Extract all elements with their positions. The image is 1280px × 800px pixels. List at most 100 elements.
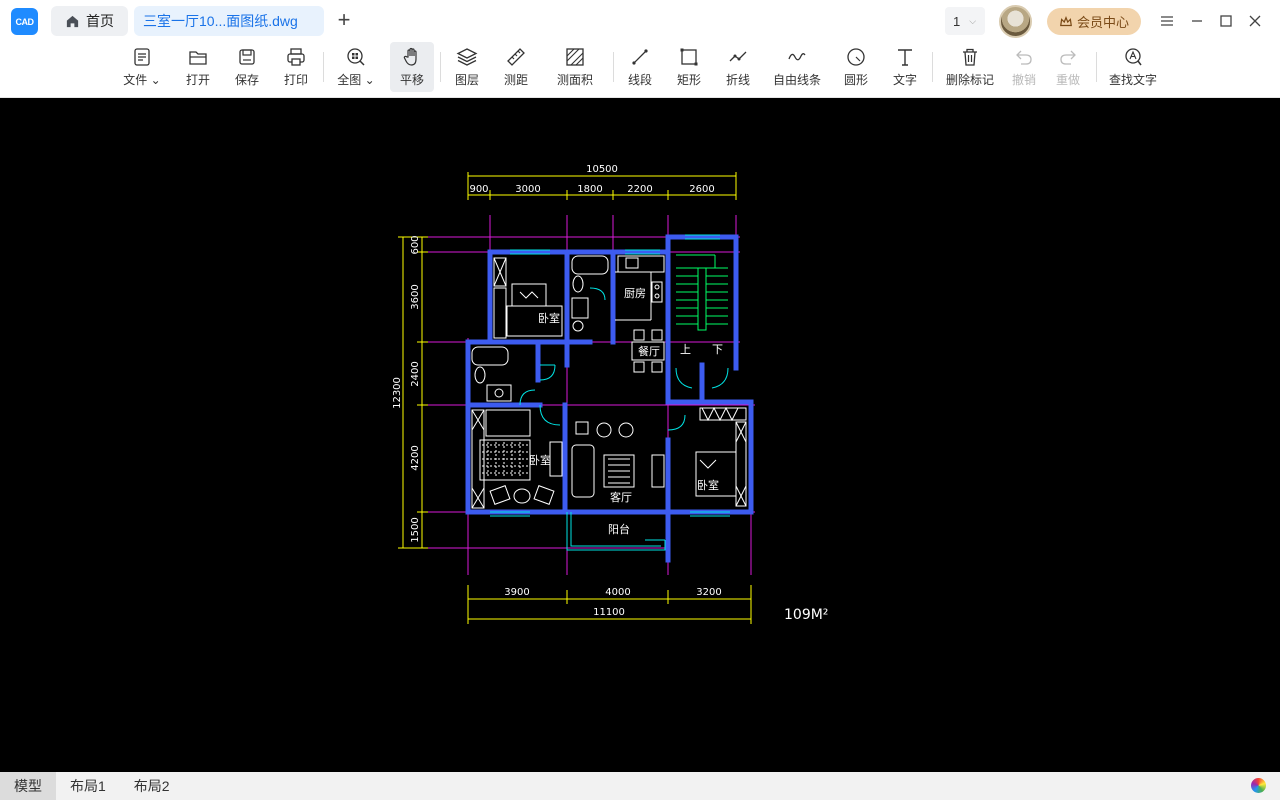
close-icon (1249, 15, 1261, 27)
vip-center-button[interactable]: 会员中心 (1047, 8, 1141, 35)
room-label: 卧室 (529, 453, 551, 467)
title-bar: CAD 首页 三室一厅10...面图纸.dwg + 1 ⌵ 会员中心 (0, 0, 1280, 42)
drawing-canvas[interactable]: 卧室 厨房 餐厅 上 下 卧室 客厅 卧室 阳台 10500 900 3000 … (0, 98, 1280, 772)
tool-redo-label: 重做 (1055, 73, 1080, 87)
tool-find-text-label: 查找文字 (1108, 73, 1157, 87)
redo-icon (1060, 50, 1076, 65)
tool-print-label: 打印 (283, 73, 308, 87)
tool-delete-markup-label: 删除标记 (945, 73, 994, 87)
tool-pan[interactable]: 平移 (390, 42, 434, 92)
dim-left-total: 12300 (392, 377, 403, 409)
room-label: 厨房 (624, 287, 646, 300)
tool-undo[interactable]: 撤销 (1006, 42, 1042, 92)
layout-tab-2[interactable]: 布局2 (120, 772, 184, 800)
new-tab-button[interactable]: + (333, 9, 355, 33)
minimize-button[interactable] (1187, 11, 1207, 31)
hamburger-icon (1161, 16, 1173, 26)
tool-file[interactable]: 文件 ⌄ (120, 42, 164, 92)
tab-home-label: 首页 (86, 13, 114, 29)
tool-measure-area[interactable]: 测面积 (553, 42, 597, 92)
tool-text[interactable]: 文字 (887, 42, 923, 92)
tool-file-label: 文件 (123, 73, 148, 87)
menu-button[interactable] (1157, 11, 1177, 31)
trash-icon (963, 48, 977, 66)
tool-line-label: 线段 (627, 73, 652, 87)
page-select-value: 1 (953, 13, 961, 29)
dim-top-segment: 1800 (577, 184, 602, 195)
tab-file-label: 三室一厅10...面图纸.dwg (143, 13, 298, 29)
chevron-down-icon: ⌵ (969, 15, 977, 26)
tool-measure-distance-label: 测距 (503, 73, 528, 87)
dim-bottom-segment: 3900 (504, 587, 529, 598)
tool-open-label: 打开 (185, 73, 210, 87)
layout-tab-model[interactable]: 模型 (0, 772, 56, 800)
toolbar-separator (323, 52, 324, 82)
area-measure-icon (566, 48, 584, 66)
maximize-button[interactable] (1216, 11, 1236, 31)
toolbar-separator (932, 52, 933, 82)
file-icon (134, 48, 150, 66)
print-icon (287, 48, 305, 66)
tool-rectangle-label: 矩形 (676, 73, 701, 87)
tool-delete-markup[interactable]: 删除标记 (944, 42, 996, 92)
room-label: 卧室 (538, 311, 560, 325)
toolbar-separator (613, 52, 614, 82)
tab-file[interactable]: 三室一厅10...面图纸.dwg (134, 6, 324, 36)
tab-home[interactable]: 首页 (51, 6, 128, 36)
tool-freehand[interactable]: 自由线条 (771, 42, 823, 92)
furniture (471, 255, 747, 509)
tool-save[interactable]: 保存 (229, 42, 265, 92)
dim-left-segment: 4200 (410, 445, 421, 470)
tool-find-text[interactable]: 查找文字 (1107, 42, 1159, 92)
dim-left-segment: 3600 (410, 284, 421, 309)
circle-icon (847, 48, 865, 66)
ruler-icon (507, 48, 525, 66)
tool-circle-label: 圆形 (843, 73, 868, 87)
hand-pan-icon (403, 47, 417, 66)
folder-open-icon (189, 51, 207, 65)
home-icon (66, 15, 79, 27)
floor-plan-drawing[interactable]: 卧室 厨房 餐厅 上 下 卧室 客厅 卧室 阳台 10500 900 3000 … (0, 98, 1280, 772)
layout-tab-1[interactable]: 布局1 (56, 772, 120, 800)
dim-left-segment: 1500 (410, 517, 421, 542)
staircase (676, 254, 728, 331)
tool-redo[interactable]: 重做 (1050, 42, 1086, 92)
tool-layers[interactable]: 图层 (449, 42, 485, 92)
dim-total-top: 10500 (586, 164, 618, 175)
toolbar: 文件 ⌄ 打开 保存 打印 全图 ⌄ 平移 图层 测距 测面积 线段 矩形 折线… (0, 42, 1280, 98)
text-icon (898, 49, 912, 66)
dim-left-segment: 2400 (410, 361, 421, 386)
color-wheel-icon[interactable] (1251, 778, 1266, 793)
app-logo[interactable]: CAD (11, 8, 38, 35)
tool-zoom-all[interactable]: 全图 ⌄ (335, 42, 377, 92)
tool-line[interactable]: 线段 (622, 42, 658, 92)
room-label: 餐厅 (638, 344, 660, 358)
tool-polyline[interactable]: 折线 (720, 42, 756, 92)
tool-measure-distance[interactable]: 测距 (498, 42, 534, 92)
dim-top-segment: 2600 (689, 184, 714, 195)
avatar[interactable] (999, 5, 1032, 38)
dim-bottom-segment: 4000 (605, 587, 630, 598)
page-select[interactable]: 1 ⌵ (945, 7, 985, 35)
crown-icon (1060, 15, 1072, 26)
toolbar-separator (1096, 52, 1097, 82)
tool-open[interactable]: 打开 (180, 42, 216, 92)
room-label: 上 (680, 343, 691, 356)
area-label: 109M² (784, 607, 828, 623)
undo-icon (1016, 50, 1032, 65)
tool-print[interactable]: 打印 (278, 42, 314, 92)
dim-bottom-total: 11100 (593, 607, 625, 618)
tool-text-label: 文字 (892, 73, 917, 87)
dim-left-segment: 600 (410, 235, 421, 254)
dim-top-segment: 3000 (515, 184, 540, 195)
tool-rectangle[interactable]: 矩形 (671, 42, 707, 92)
tool-undo-label: 撤销 (1011, 73, 1036, 87)
layers-icon (456, 48, 478, 66)
tool-circle[interactable]: 圆形 (838, 42, 874, 92)
room-label: 客厅 (610, 490, 632, 504)
polyline-icon (729, 51, 747, 62)
dimension-lines (398, 172, 752, 624)
tool-save-label: 保存 (234, 73, 259, 87)
close-button[interactable] (1245, 11, 1265, 31)
toolbar-separator (440, 52, 441, 82)
